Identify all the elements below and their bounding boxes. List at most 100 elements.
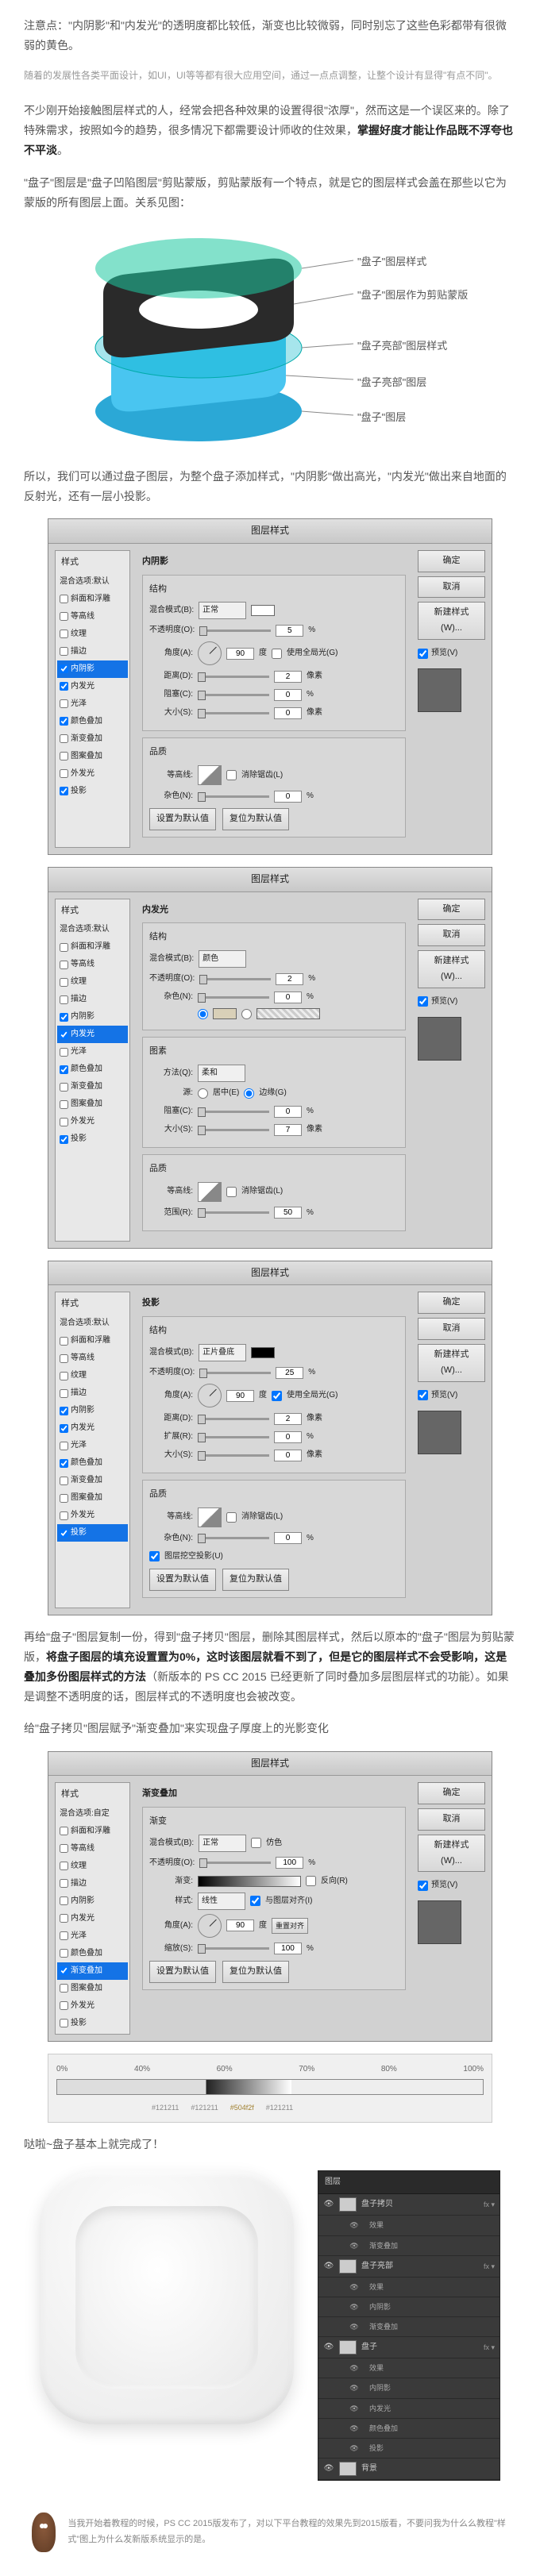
slider[interactable] <box>198 1211 269 1214</box>
layer-effect[interactable]: 👁效果 <box>318 2278 499 2297</box>
eye-icon[interactable]: 👁 <box>349 2403 360 2414</box>
style-blend[interactable]: 混合选项:默认 <box>57 573 128 591</box>
style-gradient-overlay[interactable]: 渐变叠加 <box>57 1078 128 1095</box>
btn-cancel[interactable]: 取消 <box>418 924 485 946</box>
style-inner-glow[interactable]: 内发光 <box>57 1419 128 1437</box>
layer-row[interactable]: 👁盘子拷贝fx ▾ <box>318 2194 499 2216</box>
chk-global[interactable] <box>272 1391 282 1401</box>
btn-cancel[interactable]: 取消 <box>418 1808 485 1831</box>
slider[interactable] <box>199 978 271 980</box>
chk-dither[interactable] <box>251 1838 261 1848</box>
gradient-strip[interactable] <box>56 2079 484 2095</box>
sel-blend[interactable]: 正片叠底 <box>199 1344 246 1361</box>
chk-aa[interactable] <box>226 1187 237 1197</box>
slider[interactable] <box>198 1436 269 1438</box>
input-angle[interactable] <box>226 1919 254 1931</box>
eye-icon[interactable]: 👁 <box>349 2321 360 2332</box>
chk-aa[interactable] <box>226 1512 237 1523</box>
slider[interactable] <box>199 1372 271 1374</box>
style-color-overlay[interactable]: 颜色叠加 <box>57 1061 128 1078</box>
slider[interactable] <box>198 676 269 678</box>
btn-reset-align[interactable]: 重置对齐 <box>272 1918 308 1934</box>
btn-ok[interactable]: 确定 <box>418 1782 485 1804</box>
style-inner-shadow[interactable]: 内阴影 <box>57 660 128 678</box>
style-bevel[interactable]: 斜面和浮雕 <box>57 1332 128 1350</box>
input-dist[interactable] <box>274 1413 302 1425</box>
style-pattern-overlay[interactable]: 图案叠加 <box>57 1095 128 1113</box>
style-gradient-overlay[interactable]: 渐变叠加 <box>57 1472 128 1489</box>
input-size[interactable] <box>274 707 302 719</box>
layer-effect[interactable]: 👁效果 <box>318 2358 499 2378</box>
style-texture[interactable]: 纹理 <box>57 973 128 991</box>
chk-global[interactable] <box>272 649 282 659</box>
eye-icon[interactable]: 👁 <box>349 2423 360 2434</box>
btn-default[interactable]: 设置为默认值 <box>149 808 216 830</box>
input-angle[interactable] <box>226 648 254 660</box>
style-inner-shadow[interactable]: 内阴影 <box>57 1008 128 1026</box>
eye-icon[interactable]: 👁 <box>349 2362 360 2374</box>
style-inner-shadow[interactable]: 内阴影 <box>57 1893 128 1910</box>
style-satin[interactable]: 光泽 <box>57 695 128 713</box>
slider[interactable] <box>199 1862 271 1864</box>
style-blend[interactable]: 混合选项:默认 <box>57 1315 128 1332</box>
btn-reset[interactable]: 复位为默认值 <box>222 808 289 830</box>
layer-row[interactable]: 👁盘子亮部fx ▾ <box>318 2256 499 2278</box>
angle-dial[interactable] <box>198 1384 222 1407</box>
style-outer-glow[interactable]: 外发光 <box>57 765 128 783</box>
layer-effect[interactable]: 👁内阴影 <box>318 2297 499 2317</box>
chk-align[interactable] <box>250 1896 260 1906</box>
slider[interactable] <box>198 1418 269 1420</box>
sel-blend[interactable]: 正常 <box>199 1835 246 1852</box>
style-inner-shadow[interactable]: 内阴影 <box>57 1402 128 1419</box>
btn-ok[interactable]: 确定 <box>418 899 485 921</box>
style-outer-glow[interactable]: 外发光 <box>57 1997 128 2015</box>
style-satin[interactable]: 光泽 <box>57 1043 128 1061</box>
btn-new[interactable]: 新建样式(W)... <box>418 602 485 640</box>
slider[interactable] <box>199 630 271 632</box>
style-blend[interactable]: 混合选项:默认 <box>57 921 128 938</box>
style-drop-shadow[interactable]: 投影 <box>57 1524 128 1542</box>
gradient-picker[interactable] <box>198 1876 301 1887</box>
radio-grad[interactable] <box>241 1009 252 1019</box>
chk-reverse[interactable] <box>306 1876 316 1886</box>
color-swatch[interactable] <box>251 1347 275 1358</box>
style-color-overlay[interactable]: 颜色叠加 <box>57 713 128 730</box>
eye-icon[interactable]: 👁 <box>323 2463 334 2474</box>
layer-effect[interactable]: 👁颜色叠加 <box>318 2419 499 2439</box>
color-swatch[interactable] <box>213 1008 237 1019</box>
layer-effect[interactable]: 👁内发光 <box>318 2399 499 2419</box>
slider[interactable] <box>198 795 269 798</box>
slider[interactable] <box>198 996 269 999</box>
input-spread[interactable] <box>274 1431 302 1443</box>
btn-reset[interactable]: 复位为默认值 <box>222 1961 289 1983</box>
sel-blend[interactable]: 正常 <box>199 602 246 619</box>
btn-ok[interactable]: 确定 <box>418 550 485 572</box>
chk-knockout[interactable] <box>149 1551 160 1561</box>
input-range[interactable] <box>274 1207 302 1219</box>
input-angle[interactable] <box>226 1390 254 1402</box>
angle-dial[interactable] <box>198 641 222 665</box>
input-noise[interactable] <box>274 791 302 803</box>
slider[interactable] <box>198 712 269 714</box>
layer-effect[interactable]: 👁渐变叠加 <box>318 2317 499 2337</box>
style-pattern-overlay[interactable]: 图案叠加 <box>57 1489 128 1507</box>
input-dist[interactable] <box>274 671 302 683</box>
style-inner-glow[interactable]: 内发光 <box>57 678 128 695</box>
style-inner-glow[interactable]: 内发光 <box>57 1910 128 1927</box>
eye-icon[interactable]: 👁 <box>349 2240 360 2251</box>
btn-ok[interactable]: 确定 <box>418 1292 485 1314</box>
btn-new[interactable]: 新建样式(W)... <box>418 1344 485 1382</box>
eye-icon[interactable]: 👁 <box>349 2220 360 2231</box>
eye-icon[interactable]: 👁 <box>349 2281 360 2293</box>
style-outer-glow[interactable]: 外发光 <box>57 1507 128 1524</box>
btn-default[interactable]: 设置为默认值 <box>149 1961 216 1983</box>
input-choke[interactable] <box>274 1106 302 1118</box>
radio-edge[interactable] <box>244 1088 254 1099</box>
contour-picker[interactable] <box>198 1507 222 1527</box>
input-scale[interactable] <box>274 1943 302 1954</box>
style-color-overlay[interactable]: 颜色叠加 <box>57 1945 128 1962</box>
style-gradient-overlay[interactable]: 渐变叠加 <box>57 730 128 748</box>
input-size[interactable] <box>274 1450 302 1461</box>
style-pattern-overlay[interactable]: 图案叠加 <box>57 1980 128 1997</box>
sel-blend[interactable]: 颜色 <box>199 950 246 968</box>
